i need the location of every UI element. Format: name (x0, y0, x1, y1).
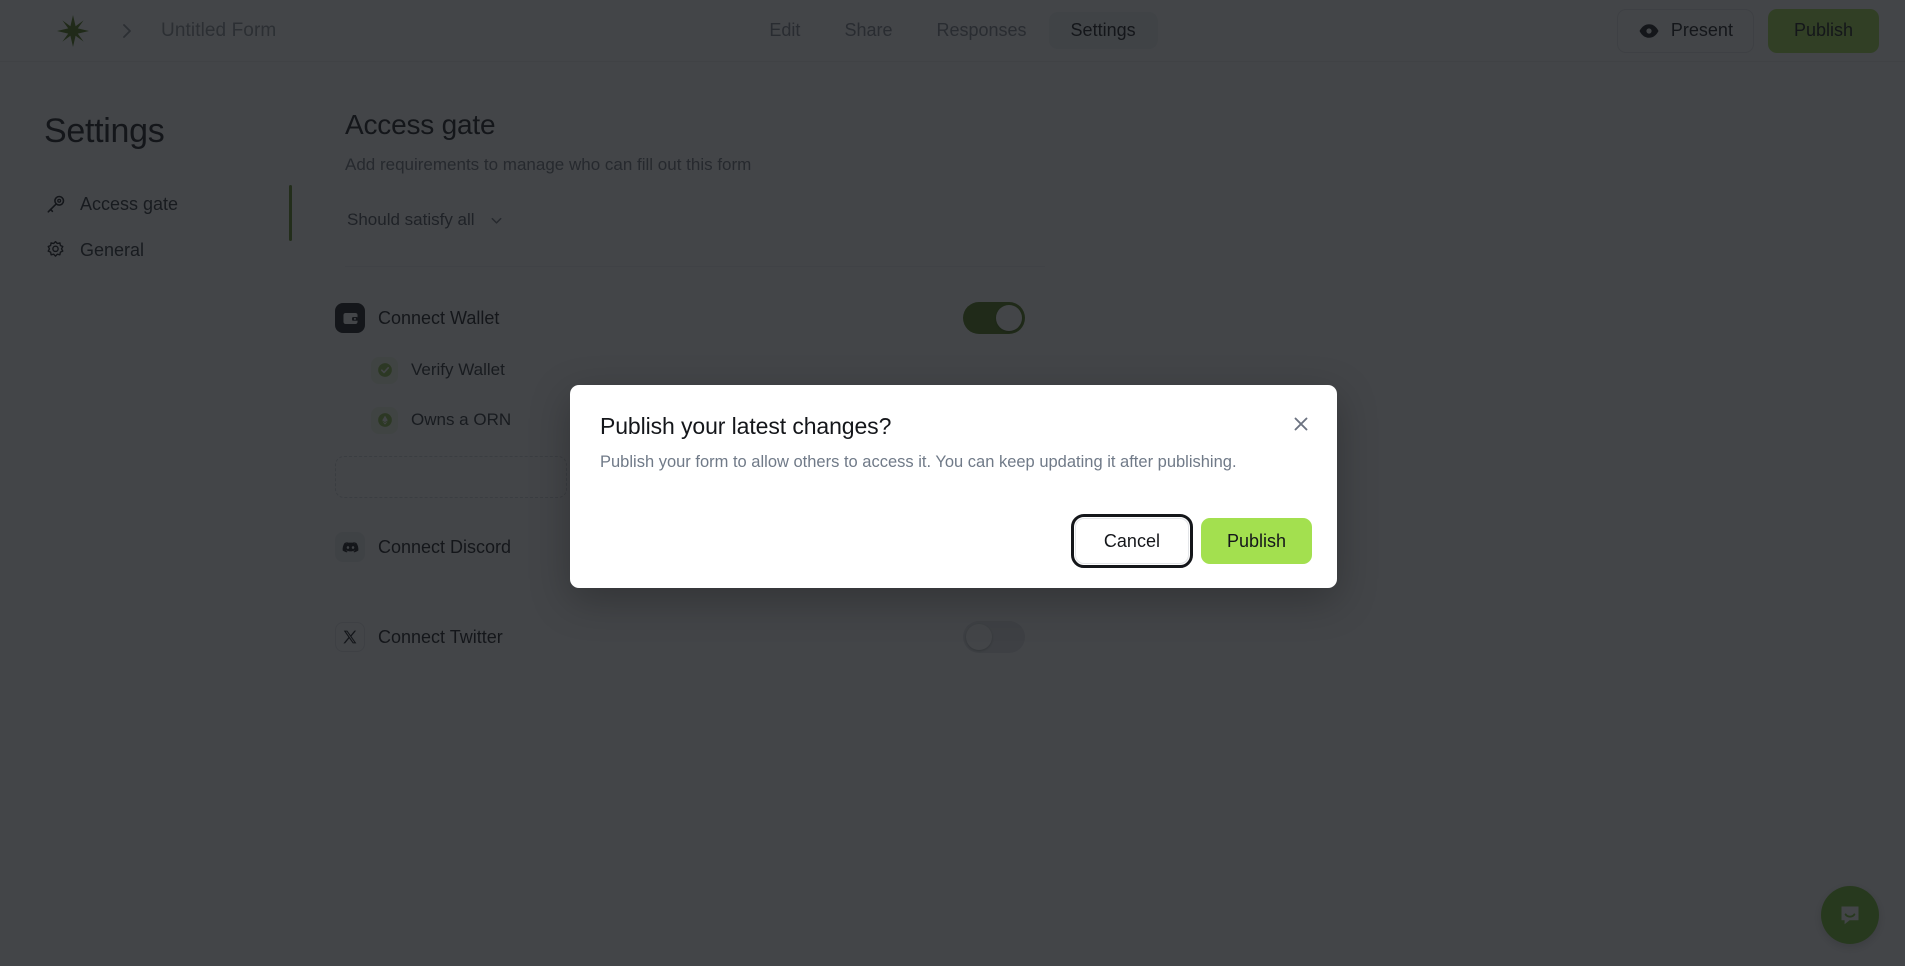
cancel-button[interactable]: Cancel (1070, 514, 1193, 568)
dialog-close-button[interactable] (1287, 410, 1315, 438)
publish-button-dialog[interactable]: Publish (1200, 518, 1312, 564)
dialog-description: Publish your form to allow others to acc… (600, 453, 1237, 471)
close-icon (1294, 417, 1308, 431)
dialog-title: Publish your latest changes? (600, 413, 892, 439)
dialog-actions: Cancel Publish (1070, 514, 1312, 568)
publish-confirm-dialog: Publish your latest changes? Publish you… (570, 385, 1337, 588)
